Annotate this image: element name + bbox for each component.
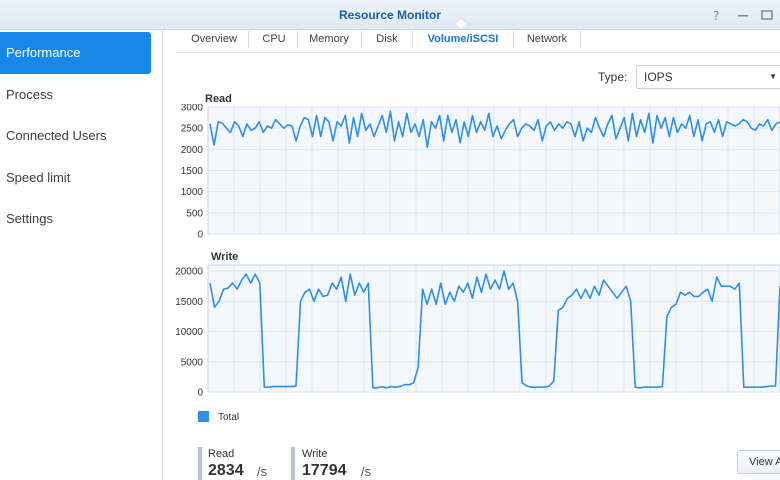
y-tick-label: 15000 [175,297,203,308]
maximize-icon[interactable] [757,5,777,25]
tab-bar: Overview CPU Memory Disk Volume/iSCSI Ne… [176,28,780,53]
y-tick-label: 1500 [181,166,204,177]
sidebar-item-process[interactable]: Process [0,74,151,116]
read-stat-value: 2834 [208,462,244,479]
tab-divider [297,31,298,48]
view-button[interactable]: View A [737,450,780,474]
tab-divider [580,31,581,48]
sidebar-item-performance[interactable]: Performance [0,32,151,74]
tab-volume-iscsi[interactable]: Volume/iSCSI [416,28,510,52]
y-tick-label: 0 [197,388,203,399]
tab-cpu[interactable]: CPU [252,28,296,52]
type-select-value: IOPS [644,70,673,84]
title-bar: Resource Monitor ? [0,0,780,30]
tab-overview[interactable]: Overview [182,28,246,52]
tab-divider [513,31,514,48]
y-tick-label: 20000 [175,267,203,278]
tab-divider [412,31,413,48]
svg-text:?: ? [713,9,719,23]
write-stat-value: 17794 [302,462,347,479]
y-tick-label: 5000 [181,357,204,368]
sidebar: Performance Process Connected Users Spee… [0,30,163,480]
read-stat-unit: /s [257,464,268,479]
tab-divider [248,31,249,48]
y-tick-label: 3000 [181,104,204,114]
window-title: Resource Monitor [338,8,441,22]
y-tick-label: 0 [197,230,203,241]
chevron-down-icon: ▼ [769,72,777,81]
tab-network[interactable]: Network [516,28,578,52]
legend-label: Total [218,412,240,423]
tab-divider [361,31,362,48]
write-stat-label: Write [302,448,328,460]
tab-memory[interactable]: Memory [300,28,358,52]
type-label: Type: [598,70,628,84]
y-tick-label: 2000 [181,145,204,156]
help-icon[interactable]: ? [707,5,727,25]
read-stat-bar [198,447,202,480]
tab-disk[interactable]: Disk [364,28,410,52]
type-select[interactable]: IOPS ▼ [636,65,780,89]
write-chart: 20000 15000 10000 5000 0 [175,264,780,399]
read-chart: 3000 2500 2000 1500 1000 500 0 [181,104,780,241]
sidebar-item-settings[interactable]: Settings [0,198,151,240]
y-tick-label: 2500 [181,124,204,135]
sidebar-item-connected-users[interactable]: Connected Users [0,115,151,157]
read-stat-label: Read [208,448,235,460]
minimize-icon[interactable] [733,5,753,25]
sidebar-item-speed-limit[interactable]: Speed limit [0,157,151,199]
write-stat-bar [291,447,295,480]
y-tick-label: 500 [186,208,203,219]
y-tick-label: 1000 [181,187,204,198]
legend-swatch [198,411,209,422]
y-tick-label: 10000 [175,327,203,338]
write-stat-unit: /s [361,464,372,479]
